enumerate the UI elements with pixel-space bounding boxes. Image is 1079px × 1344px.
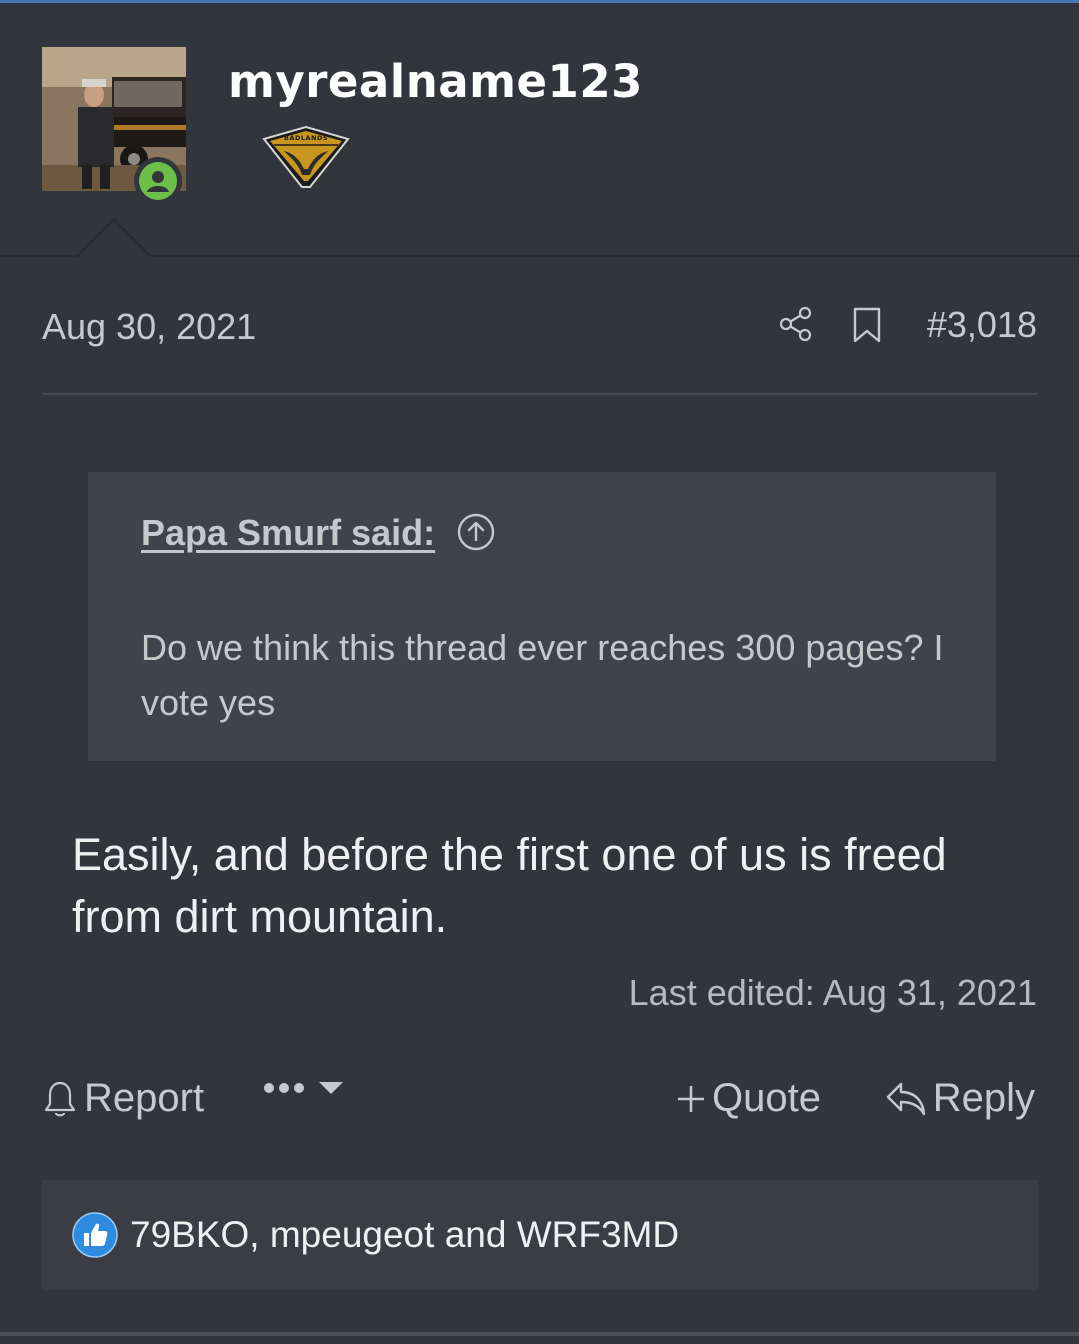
quote-author-link[interactable]: Papa Smurf said: [141,512,435,554]
quote-body: Do we think this thread ever reaches 300… [141,627,944,723]
reaction-users-link[interactable]: 79BKO, mpeugeot and WRF3MD [130,1214,679,1256]
quote-label: Quote [712,1076,821,1120]
badlands-badge-icon: BADLANDS [260,123,352,193]
svg-text:BADLANDS: BADLANDS [284,134,328,142]
quote-block: Papa Smurf said: Do we think this thread… [88,472,996,761]
post-date[interactable]: Aug 30, 2021 [42,306,256,348]
reply-arrow-icon [886,1082,925,1115]
share-icon[interactable] [778,306,814,342]
report-button[interactable]: Report [42,1076,204,1121]
bell-icon [44,1081,76,1116]
arrow-up-circle-icon[interactable] [456,512,496,552]
header-arrow-fill [78,221,150,257]
reply-button[interactable]: Reply [885,1076,1035,1121]
report-label: Report [84,1076,205,1120]
last-edited: Last edited: Aug 31, 2021 [628,972,1037,1013]
bottom-divider [0,1332,1079,1336]
plus-icon [678,1085,704,1112]
more-options-button[interactable] [262,1080,344,1096]
like-icon [72,1212,118,1258]
reply-label: Reply [932,1076,1035,1120]
reactions-bar[interactable]: 79BKO, mpeugeot and WRF3MD [42,1180,1038,1290]
post-number-link[interactable]: #3,018 [927,304,1037,346]
quote-button[interactable]: Quote [676,1076,821,1121]
post-message: Easily, and before the first one of us i… [72,829,947,942]
online-status-icon [134,157,182,205]
username[interactable]: myrealname123 [228,55,643,108]
more-dots-icon [264,1083,304,1093]
chevron-down-icon [319,1082,343,1094]
header-divider [0,255,1079,257]
bookmark-icon[interactable] [851,306,883,344]
user-header: myrealname123 BADLANDS [0,3,1079,256]
meta-divider [42,393,1038,395]
